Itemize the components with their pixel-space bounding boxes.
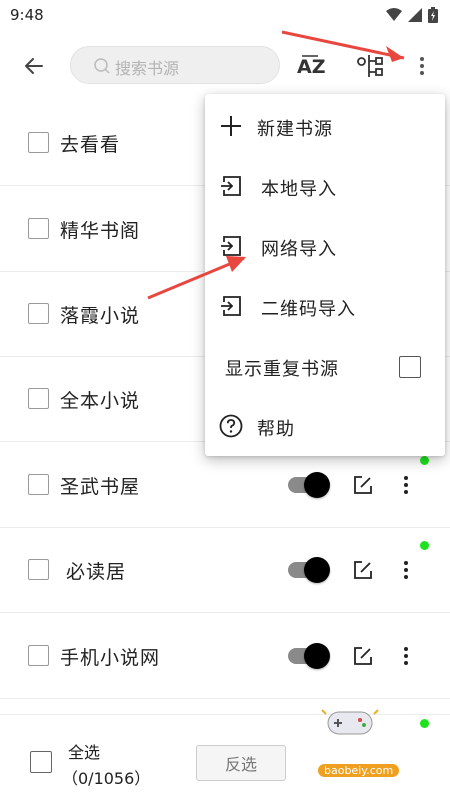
source-name: 精华书阁: [60, 220, 141, 242]
source-checkbox[interactable]: [28, 645, 49, 666]
switch-knob: [304, 472, 330, 498]
app-bar: 搜索书源 AZ: [0, 32, 450, 98]
source-name: 全本小说: [60, 390, 141, 412]
more-dot: [420, 64, 424, 68]
more-dot: [420, 57, 424, 61]
source-more-button[interactable]: [398, 557, 414, 583]
menu-item-new-source[interactable]: 新建书源: [205, 96, 445, 156]
sort-button[interactable]: AZ: [296, 52, 326, 80]
source-name: 必读居: [66, 561, 127, 583]
enable-switch[interactable]: [288, 643, 330, 669]
menu-item-label: 网络导入: [261, 239, 337, 260]
select-all-checkbox[interactable]: [30, 751, 52, 773]
plus-icon: [221, 116, 241, 136]
source-checkbox[interactable]: [28, 132, 49, 153]
menu-item-label: 帮助: [257, 419, 295, 440]
menu-item-help[interactable]: 帮助: [205, 396, 445, 456]
source-name: 手机小说网: [60, 647, 161, 669]
status-bar: 9:48: [0, 0, 450, 32]
gamepad-icon: [321, 709, 379, 735]
arrow-left-icon: [25, 58, 43, 74]
back-button[interactable]: [18, 50, 50, 82]
selection-count: （0/1056）: [62, 769, 151, 788]
import-icon: [221, 236, 241, 256]
enable-switch[interactable]: [288, 557, 330, 583]
select-all-label: 全选: [68, 743, 101, 762]
source-name: 去看看: [60, 134, 121, 156]
status-time: 9:48: [10, 6, 44, 24]
source-name: 圣武书屋: [60, 476, 141, 498]
sort-label: AZ: [297, 56, 326, 78]
source-checkbox[interactable]: [28, 388, 49, 409]
search-placeholder: 搜索书源: [115, 59, 180, 78]
help-icon: [219, 414, 243, 438]
menu-item-show-duplicates[interactable]: 显示重复书源: [205, 336, 445, 396]
wifi-icon: [386, 8, 402, 21]
edit-icon[interactable]: [352, 474, 374, 496]
overflow-menu: 新建书源 本地导入 网络导入 二维码导入 显示重复书源 帮助: [205, 94, 445, 456]
show-duplicates-checkbox[interactable]: [399, 356, 421, 378]
status-icons: [386, 7, 438, 23]
source-row[interactable]: 手机小说网: [0, 613, 450, 699]
online-indicator: [420, 541, 429, 550]
menu-item-qrcode-import[interactable]: 二维码导入: [205, 276, 445, 336]
invert-selection-button[interactable]: 反选: [196, 745, 286, 781]
source-more-button[interactable]: [398, 643, 414, 669]
signal-icon: [408, 8, 422, 22]
enable-switch[interactable]: [288, 472, 330, 498]
menu-item-label: 显示重复书源: [225, 359, 339, 380]
import-icon: [221, 176, 241, 196]
menu-item-label: 本地导入: [261, 179, 337, 200]
menu-item-label: 二维码导入: [261, 299, 356, 320]
search-input[interactable]: 搜索书源: [70, 46, 280, 84]
source-checkbox[interactable]: [28, 559, 49, 580]
source-checkbox[interactable]: [28, 218, 49, 239]
menu-item-local-import[interactable]: 本地导入: [205, 156, 445, 216]
watermark-logo: 宝贝游戏网 baobeiy.com: [296, 704, 450, 786]
source-checkbox[interactable]: [28, 474, 49, 495]
source-name: 落霞小说: [60, 305, 141, 327]
switch-knob: [304, 643, 330, 669]
group-button[interactable]: [356, 52, 384, 80]
menu-item-network-import[interactable]: 网络导入: [205, 216, 445, 276]
watermark-url: baobeiy.com: [318, 764, 400, 777]
switch-knob: [304, 557, 330, 583]
edit-icon[interactable]: [352, 645, 374, 667]
more-dot: [420, 71, 424, 75]
search-icon: [94, 58, 110, 74]
group-icon: [357, 55, 383, 77]
more-options-button[interactable]: [410, 50, 434, 82]
source-more-button[interactable]: [398, 472, 414, 498]
source-row[interactable]: 必读居: [0, 527, 450, 613]
source-checkbox[interactable]: [28, 303, 49, 324]
online-indicator: [420, 456, 429, 465]
menu-item-label: 新建书源: [257, 119, 333, 140]
import-icon: [221, 296, 241, 316]
battery-icon: [428, 7, 438, 23]
edit-icon[interactable]: [352, 559, 374, 581]
